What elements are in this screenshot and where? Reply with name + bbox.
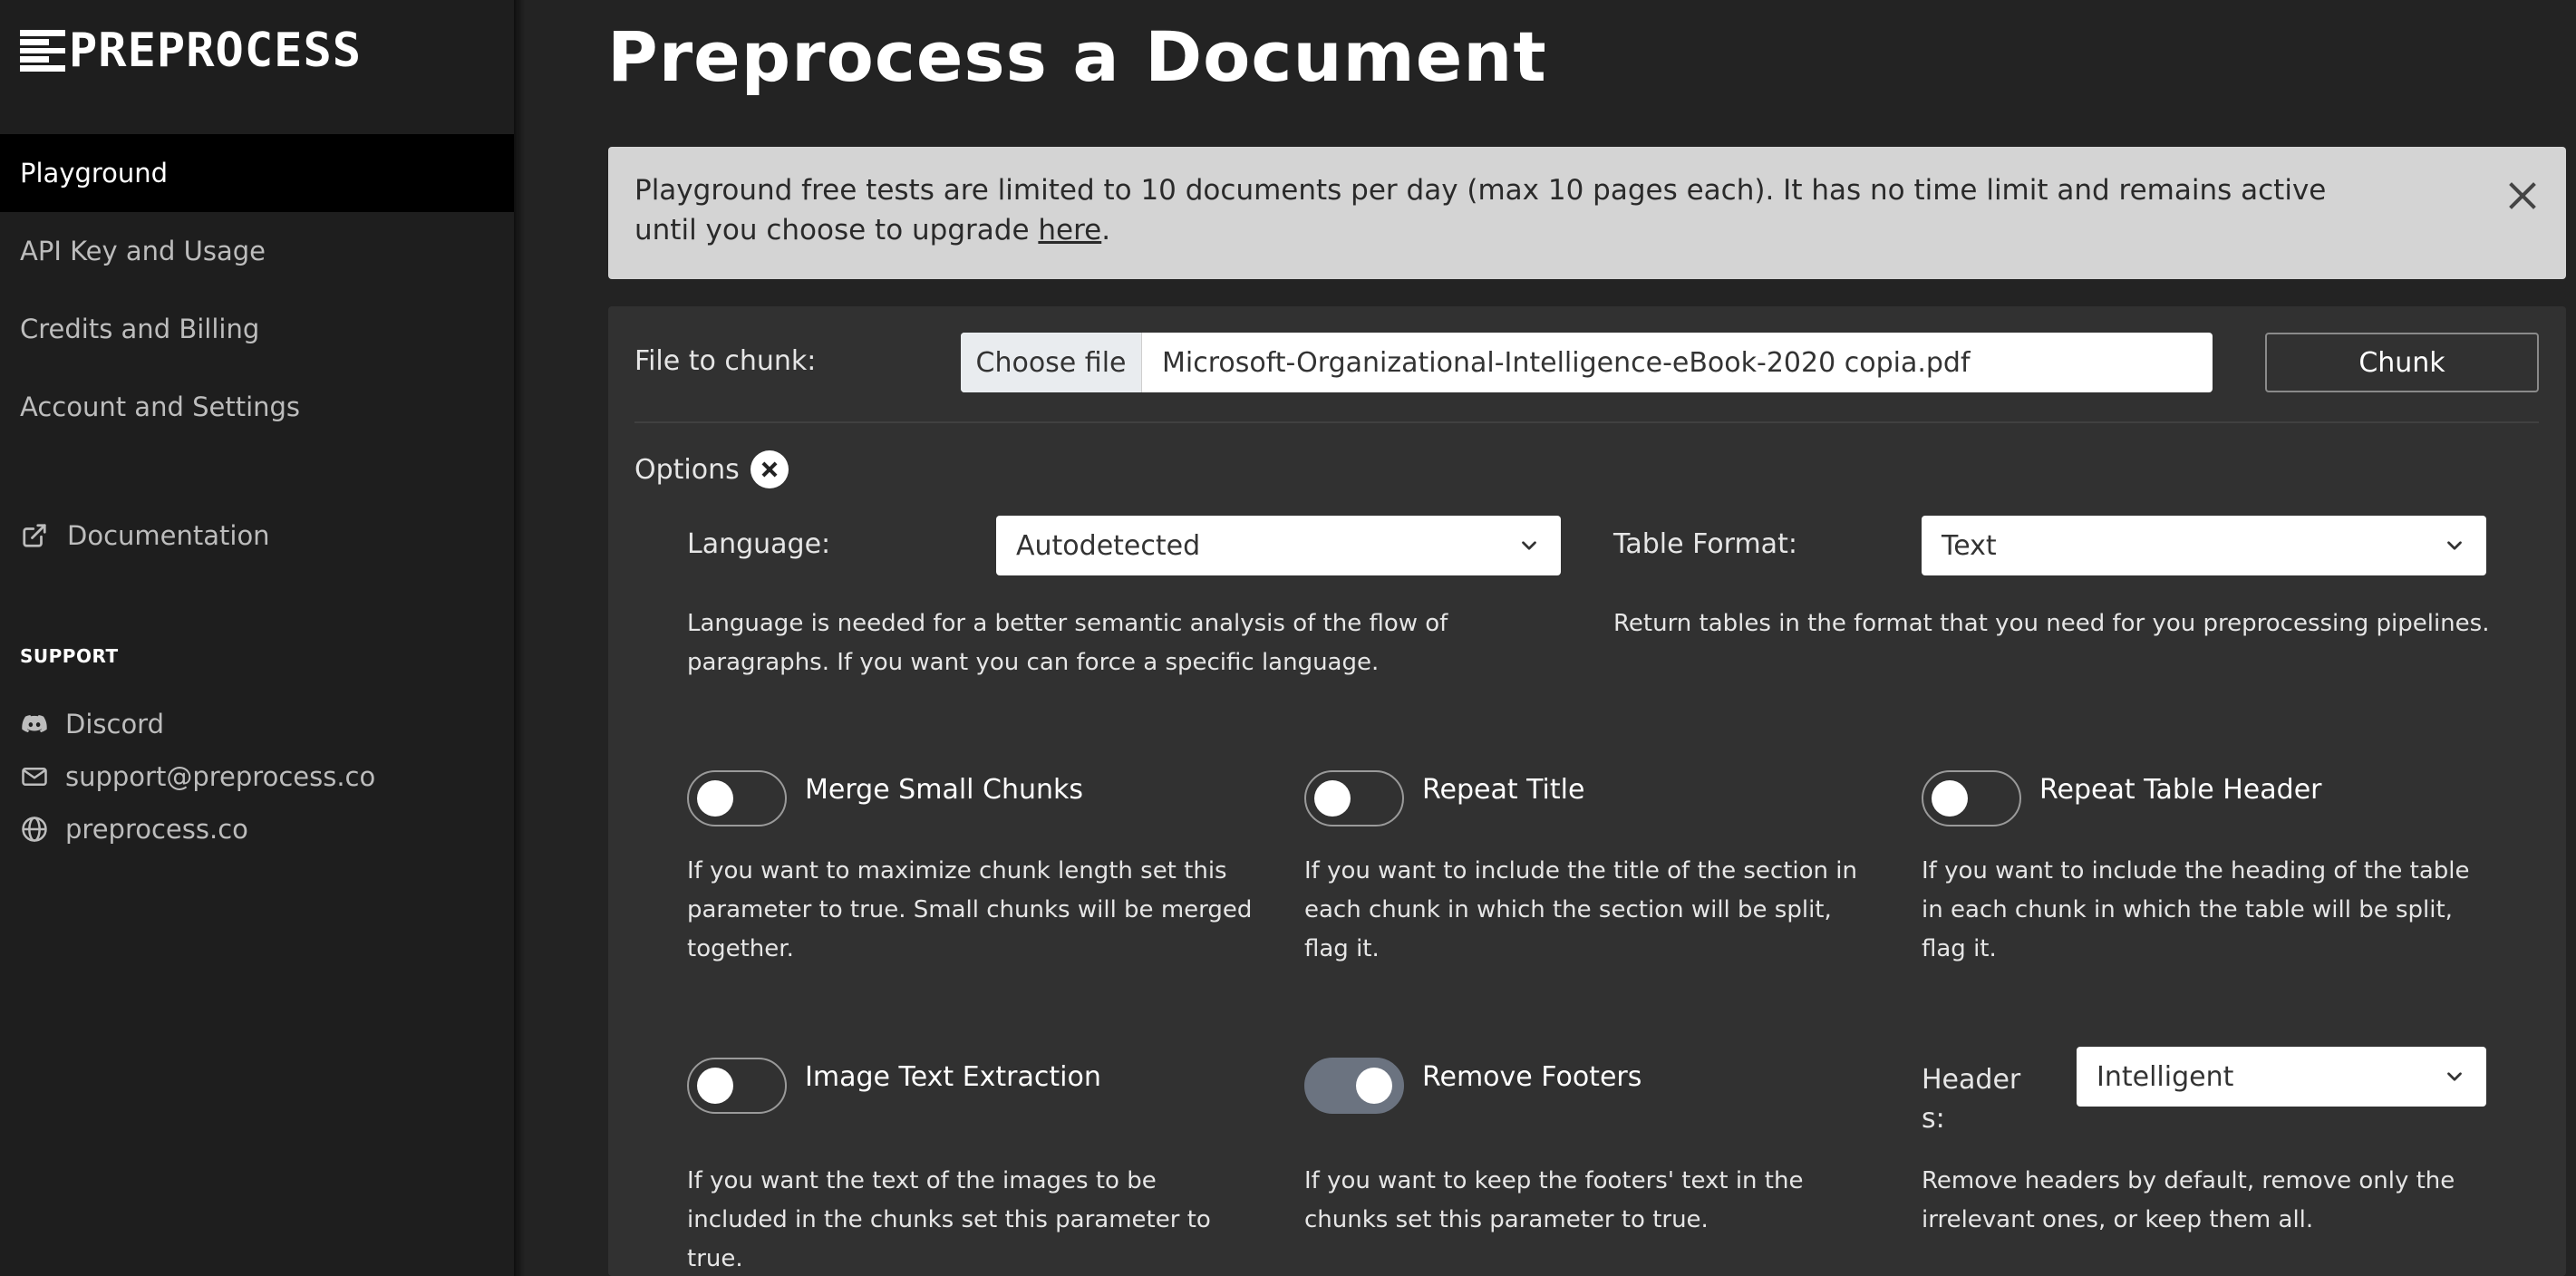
documentation-link[interactable]: Documentation: [20, 520, 270, 551]
sidebar-item-playground[interactable]: Playground: [0, 134, 514, 212]
toggle-knob: [1932, 780, 1968, 817]
options-heading: Options: [634, 453, 740, 486]
chevron-down-icon: [2447, 541, 2462, 550]
upgrade-link[interactable]: here: [1038, 214, 1101, 246]
remove-footers-label: Remove Footers: [1422, 1061, 1642, 1093]
sidebar-item-credits-billing[interactable]: Credits and Billing: [0, 290, 514, 368]
chunk-button[interactable]: Chunk: [2265, 333, 2539, 392]
external-link-icon: [20, 521, 49, 550]
language-value: Autodetected: [1016, 529, 1201, 562]
language-help: Language is needed for a better semantic…: [687, 610, 1448, 676]
merge-small-chunks-toggle[interactable]: [687, 770, 787, 826]
alert-suffix: .: [1101, 214, 1111, 246]
chevron-down-icon: [1522, 541, 1536, 550]
mail-icon: [20, 762, 49, 791]
preprocess-panel: File to chunk: Choose file Microsoft-Org…: [608, 306, 2566, 1276]
sidebar: PREPROCESS Playground API Key and Usage …: [0, 0, 525, 1276]
support-email-label: support@preprocess.co: [65, 761, 376, 792]
language-label: Language:: [687, 528, 831, 560]
headers-label: Headers:: [1922, 1064, 2021, 1135]
toggle-knob: [1356, 1068, 1392, 1104]
choose-file-button[interactable]: Choose file: [961, 333, 1142, 392]
merge-small-chunks-label: Merge Small Chunks: [805, 774, 1084, 806]
image-text-extraction-toggle[interactable]: [687, 1058, 787, 1114]
table-format-label: Table Format:: [1613, 528, 1797, 560]
toggle-knob: [697, 1068, 733, 1104]
headers-value: Intelligent: [2097, 1060, 2234, 1093]
support-heading: SUPPORT: [20, 645, 119, 667]
options-header: Options: [634, 450, 789, 488]
close-icon[interactable]: [2504, 178, 2541, 214]
table-format-value: Text: [1942, 529, 1997, 562]
chevron-down-icon: [2447, 1072, 2462, 1081]
support-discord-label: Discord: [65, 709, 165, 740]
table-format-select[interactable]: Text: [1922, 516, 2486, 575]
toggle-knob: [697, 780, 733, 817]
divider: [634, 421, 2539, 423]
brand-logo[interactable]: PREPROCESS: [20, 27, 362, 74]
brand-name: PREPROCESS: [69, 24, 363, 78]
headers-help: Remove headers by default, remove only t…: [1922, 1167, 2455, 1233]
globe-icon: [20, 815, 49, 844]
file-input[interactable]: Choose file Microsoft-Organizational-Int…: [961, 333, 2213, 392]
documentation-label: Documentation: [67, 520, 270, 551]
alert-text: Playground free tests are limited to 10 …: [634, 174, 2327, 246]
file-to-chunk-label: File to chunk:: [634, 345, 817, 377]
sidebar-nav: Playground API Key and Usage Credits and…: [0, 134, 514, 446]
page-title: Preprocess a Document: [607, 16, 1547, 97]
image-text-extraction-help: If you want the text of the images to be…: [687, 1167, 1211, 1272]
repeat-table-header-help: If you want to include the heading of th…: [1922, 857, 2470, 962]
repeat-table-header-toggle[interactable]: [1922, 770, 2021, 826]
support-discord-link[interactable]: Discord: [20, 698, 375, 750]
support-email-link[interactable]: support@preprocess.co: [20, 750, 375, 803]
toggle-knob: [1314, 780, 1351, 817]
support-website-link[interactable]: preprocess.co: [20, 803, 375, 856]
language-select[interactable]: Autodetected: [996, 516, 1561, 575]
remove-footers-toggle[interactable]: [1304, 1058, 1404, 1114]
repeat-title-toggle[interactable]: [1304, 770, 1404, 826]
selected-file-name: Microsoft-Organizational-Intelligence-eB…: [1162, 346, 1971, 379]
sidebar-item-account-settings[interactable]: Account and Settings: [0, 368, 514, 446]
support-website-label: preprocess.co: [65, 814, 248, 845]
table-format-help: Return tables in the format that you nee…: [1613, 610, 2490, 637]
discord-icon: [20, 710, 49, 739]
sidebar-item-api-key[interactable]: API Key and Usage: [0, 212, 514, 290]
repeat-title-label: Repeat Title: [1422, 774, 1585, 806]
support-list: Discord support@preprocess.co preprocess…: [20, 698, 375, 856]
playground-limit-alert: Playground free tests are limited to 10 …: [608, 147, 2566, 279]
merge-small-chunks-help: If you want to maximize chunk length set…: [687, 857, 1253, 962]
repeat-title-help: If you want to include the title of the …: [1304, 857, 1857, 962]
collapse-options-icon[interactable]: [750, 450, 789, 488]
headers-select[interactable]: Intelligent: [2077, 1047, 2486, 1107]
image-text-extraction-label: Image Text Extraction: [805, 1061, 1101, 1093]
logo-mark-icon: [20, 30, 65, 72]
remove-footers-help: If you want to keep the footers' text in…: [1304, 1167, 1804, 1233]
repeat-table-header-label: Repeat Table Header: [2039, 774, 2322, 806]
